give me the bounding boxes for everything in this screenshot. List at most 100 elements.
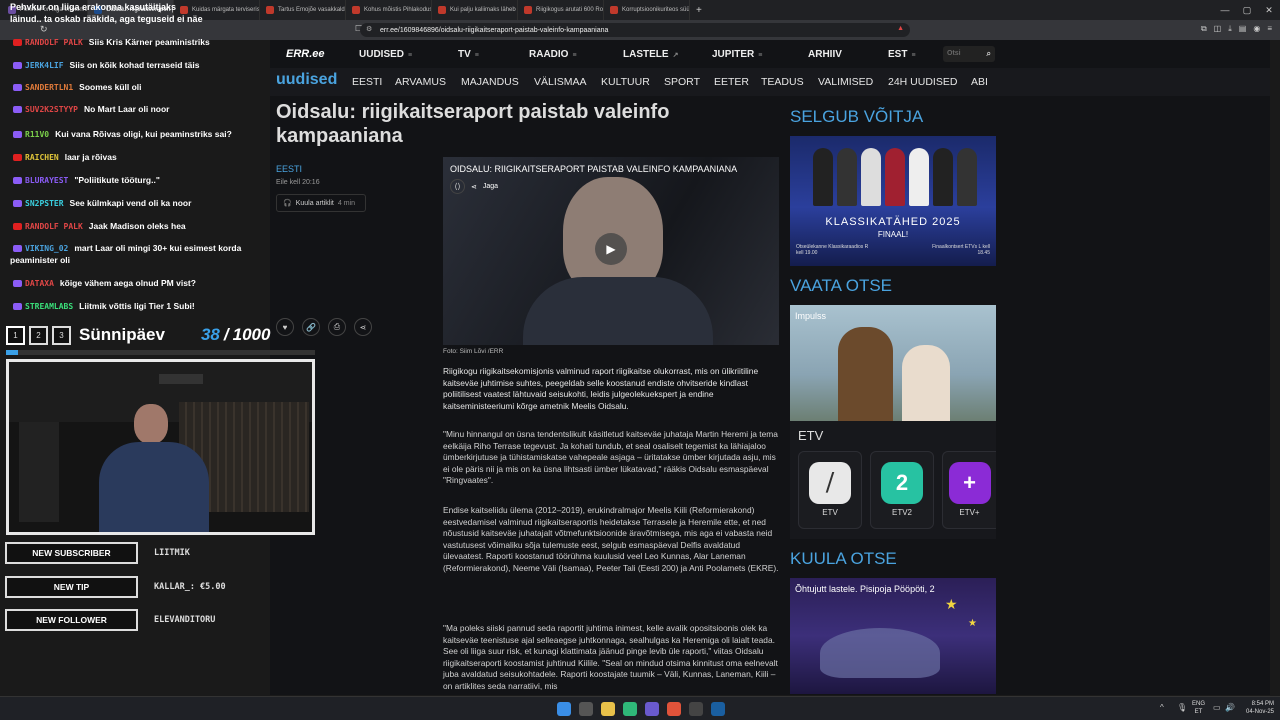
secnav-item[interactable]: EESTI <box>352 76 382 88</box>
err-section-nav: uudised EESTI ARVAMUS MAJANDUS VÄLISMAA … <box>270 68 1270 96</box>
alert-follower-label: NEW FOLLOWER <box>5 609 138 631</box>
maximize-icon[interactable]: ▢ <box>1236 5 1258 16</box>
err-logo[interactable]: ERR.ee <box>286 48 325 60</box>
chat-message: BLURAYEST "Poliitikute tööturg.." <box>13 175 160 185</box>
secnav-item[interactable]: EETER <box>714 76 749 88</box>
search-icon[interactable]: ⌕ <box>987 49 991 59</box>
live-show-title: Impulss <box>795 311 827 321</box>
extensions-icon[interactable]: ⧉ <box>1201 24 1207 34</box>
embed-icon[interactable]: ⟨⟩ <box>450 179 465 194</box>
close-icon[interactable]: ✕ <box>1258 5 1280 16</box>
browser-tab[interactable]: Riigikogus arutati 600 Rootsi vangi t <box>518 0 604 20</box>
file-explorer-icon[interactable] <box>601 702 615 716</box>
impulss-live[interactable]: Impulss <box>790 305 996 421</box>
share-icon[interactable]: ⋖ <box>471 183 477 191</box>
secnav-item[interactable]: ARVAMUS <box>395 76 446 88</box>
browser-tab[interactable]: Korruptsioonikuriteos süüdimõistetu <box>604 0 690 20</box>
article-paragraph: Endise kaitseliidu ülema (2012–2019), er… <box>443 505 779 573</box>
chat-text: Kui vana Rõivas oligi, kui peaminstriks … <box>55 129 232 139</box>
alert-subscriber-label: NEW SUBSCRIBER <box>5 542 138 564</box>
reload-icon[interactable]: ↻ <box>40 24 48 35</box>
minimize-icon[interactable]: — <box>1214 5 1236 15</box>
new-tab-button[interactable]: + <box>696 5 702 16</box>
sidebar-icon[interactable]: ▤ <box>1239 24 1247 34</box>
chat-username: JERK4LIF <box>25 61 64 70</box>
wallet-icon[interactable]: ◫ <box>1214 24 1222 34</box>
channel-etv2[interactable]: 2 ETV2 <box>870 451 934 529</box>
nav-tv[interactable]: TV ≡ <box>458 49 479 60</box>
steam-icon[interactable] <box>711 702 725 716</box>
browser-tab[interactable]: Kohus mõistis Pihlakodus dementsee <box>346 0 432 20</box>
chat-username: SANDERTLN1 <box>25 83 74 92</box>
like-icon[interactable]: ♥ <box>276 318 294 336</box>
search-icon[interactable] <box>579 702 593 716</box>
share-icon[interactable]: ⋖ <box>354 318 372 336</box>
play-icon[interactable]: ▶ <box>595 233 627 265</box>
download-icon[interactable]: ⤓ <box>1228 24 1232 34</box>
nav-lastele[interactable]: LASTELE ↗ <box>623 49 678 60</box>
brave-shield-icon[interactable]: ▲ <box>897 25 904 32</box>
menu-icon[interactable]: ≡ <box>1267 24 1272 34</box>
windows-taskbar: ^ 🎙 ENG ET ▭ 🔊 8:54 PM 04-Nov-25 <box>0 696 1280 720</box>
platform-icon <box>13 62 22 70</box>
chat-text: Siis Kris Kärner peaministriks <box>88 37 210 47</box>
nav-jupiter[interactable]: JUPITER ≡ <box>712 49 762 60</box>
etv-logo-icon: ⧸ <box>809 462 851 504</box>
chat-text: Siis on kõik kohad terraseid täis <box>69 60 200 70</box>
network-icon[interactable]: ▭ <box>1213 703 1221 712</box>
listen-button[interactable]: 🎧 Kuula artiklit 4 min <box>276 194 366 212</box>
toolbar-icons: ⧉ ◫ ⤓ ▤ ◉ ≡ <box>1201 24 1272 34</box>
article-paragraph: "Ma poleks siiski pannud seda raportit j… <box>443 623 778 691</box>
article-section[interactable]: EESTI <box>276 164 302 174</box>
browser-tab[interactable]: Kui palju kaliimaks läheb järgmisel a <box>432 0 518 20</box>
chat-username: SN2PSTER <box>25 199 64 208</box>
star-icon: ★ <box>945 596 958 612</box>
print-icon[interactable]: ⎙ <box>328 318 346 336</box>
goal-step: 2 <box>29 325 48 345</box>
chat-text: See külmkapi vend oli ka noor <box>69 198 192 208</box>
nav-arhiiv[interactable]: ARHIIV <box>808 49 842 60</box>
goal-progress-bar <box>6 350 315 355</box>
secnav-item[interactable]: VÄLISMAA <box>534 76 587 88</box>
profile-icon[interactable]: ◉ <box>1253 24 1260 34</box>
secnav-item[interactable]: KULTUUR <box>601 76 650 88</box>
app-icon[interactable] <box>623 702 637 716</box>
site-info-icon[interactable]: ⚙ <box>366 25 372 33</box>
secnav-item[interactable]: MAJANDUS <box>461 76 519 88</box>
volume-icon[interactable]: 🔊 <box>1225 703 1235 712</box>
alert-subscriber-value: LIITMIK <box>154 548 190 558</box>
secnav-item[interactable]: 24H UUDISED <box>888 76 957 88</box>
klassikatahed-promo[interactable]: KLASSIKATÄHED 2025 FINAAL! Otseülekanne … <box>790 136 996 266</box>
secnav-item[interactable]: SPORT <box>664 76 700 88</box>
obs-icon[interactable] <box>689 702 703 716</box>
secnav-item[interactable]: VALIMISED <box>818 76 873 88</box>
section-brand[interactable]: uudised <box>276 71 337 89</box>
brave-icon[interactable] <box>667 702 681 716</box>
goal-separator: / <box>223 325 229 344</box>
star-icon: ★ <box>968 618 977 629</box>
url-text: err.ee/1609846896/oidsalu-riigikaitserap… <box>380 26 609 34</box>
browser-tab[interactable]: Tartus Emojõe vasakkaldal testiti ohu <box>260 0 346 20</box>
nav-raadio[interactable]: RAADIO ≡ <box>529 49 577 60</box>
video-player[interactable]: Oidsalu: riigikaitseraport paistab valei… <box>443 157 779 345</box>
nav-language[interactable]: EST ≡ <box>888 49 916 60</box>
streamer-body <box>99 442 209 532</box>
channel-etv[interactable]: ⧸ ETV <box>798 451 862 529</box>
channel-etv-plus[interactable]: + ETV+ <box>942 451 996 529</box>
secnav-item[interactable]: ABI <box>971 76 988 88</box>
tray-chevron-icon[interactable]: ^ <box>1160 703 1164 712</box>
chat-text: kõige vähem aega olnud PM vist? <box>59 278 196 288</box>
discord-icon[interactable] <box>645 702 659 716</box>
secnav-item[interactable]: TEADUS <box>761 76 804 88</box>
radio-live[interactable]: Õhtujutt lastele. Pisipoja Pööpöti, 2 ★ … <box>790 578 996 694</box>
clock[interactable]: 8:54 PM 04-Nov-25 <box>1240 700 1274 716</box>
start-icon[interactable] <box>557 702 571 716</box>
language-indicator[interactable]: ENG ET <box>1192 700 1205 716</box>
mic-icon[interactable]: 🎙 <box>1177 703 1187 712</box>
search-input[interactable]: Otsi ⌕ <box>943 46 995 62</box>
url-field[interactable]: ⚙ err.ee/1609846896/oidsalu-riigikaitser… <box>360 23 910 37</box>
goal-current: 38 <box>200 325 220 344</box>
nav-uudised[interactable]: UUDISED ≡ <box>359 49 412 60</box>
link-icon[interactable]: 🔗 <box>302 318 320 336</box>
err-top-nav: ERR.ee UUDISED ≡ TV ≡ RAADIO ≡ LASTELE ↗ JUP… <box>270 40 1270 68</box>
